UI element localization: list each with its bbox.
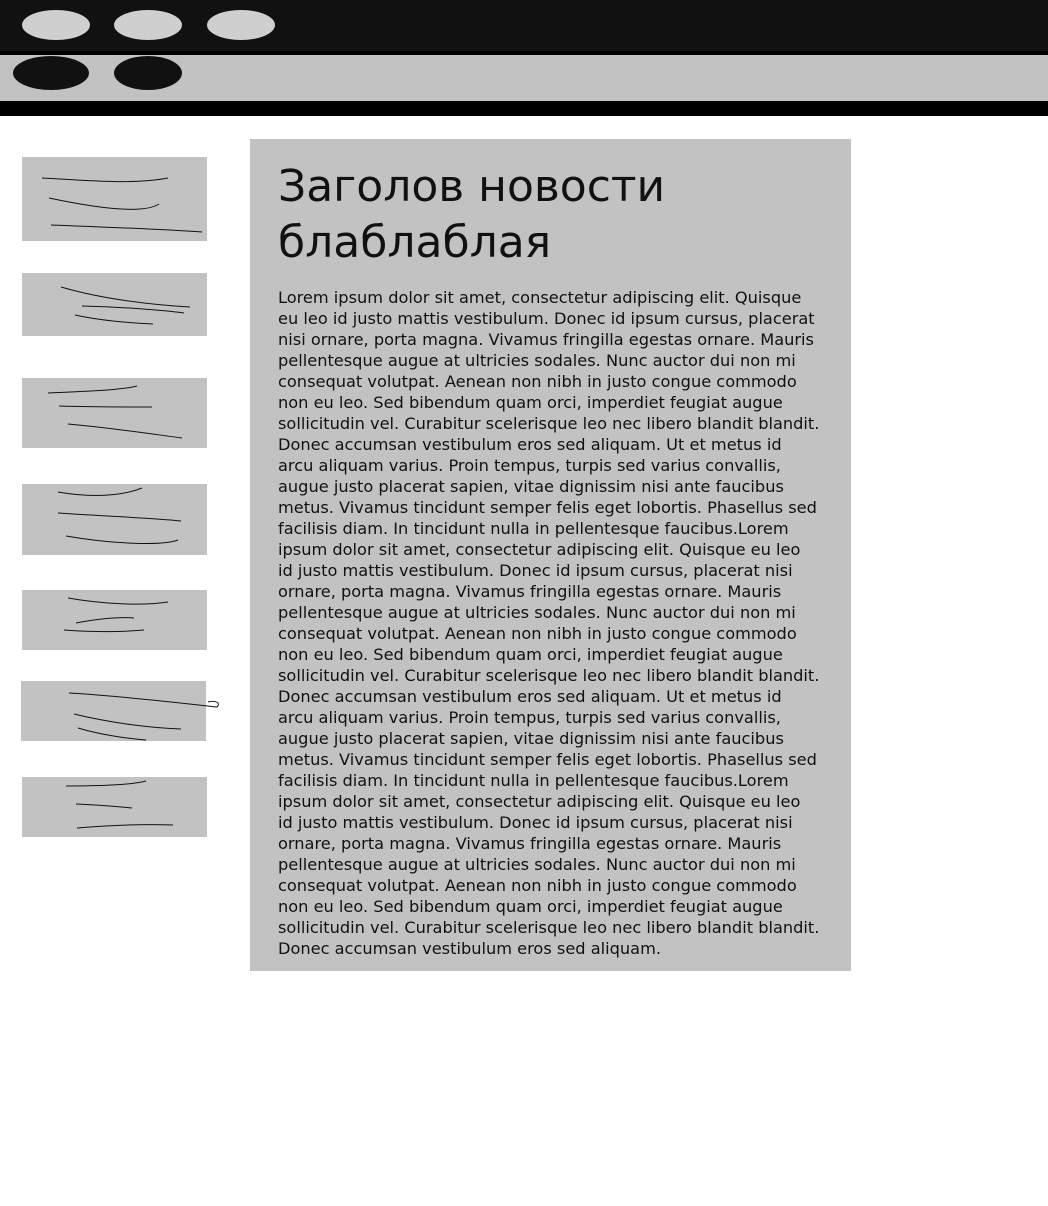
sidebar-thumbnail[interactable] <box>22 273 207 336</box>
sidebar-thumbnail[interactable] <box>21 681 219 741</box>
scribble-placeholder-icon <box>57 487 182 544</box>
scribble-placeholder-icon <box>41 177 203 233</box>
top-nav-button-1[interactable] <box>22 10 90 40</box>
top-nav-button-2[interactable] <box>114 10 182 40</box>
scribble-placeholder-icon <box>60 286 191 325</box>
sidebar-thumbnail[interactable] <box>22 777 207 837</box>
sidebar-thumbnail[interactable] <box>22 590 207 650</box>
sub-nav-button-1[interactable] <box>13 56 89 90</box>
scribble-placeholder-icon <box>63 597 169 632</box>
article-title: Заголов новости блаблаблая <box>278 161 666 268</box>
scribble-placeholder-icon <box>68 692 219 741</box>
top-nav-button-3[interactable] <box>207 10 275 40</box>
sub-nav-divider <box>0 101 1048 116</box>
sidebar-thumbnail[interactable] <box>22 484 207 555</box>
sub-nav-button-2[interactable] <box>114 56 182 90</box>
sidebar-thumbnail[interactable] <box>22 378 207 448</box>
sidebar-thumbnail[interactable] <box>22 157 207 241</box>
scribble-placeholder-icon <box>65 780 174 829</box>
news-article: Заголов новости блаблаблая Lorem ipsum d… <box>250 139 851 971</box>
article-body: Lorem ipsum dolor sit amet, consectetur … <box>278 288 820 958</box>
scribble-placeholder-icon <box>47 385 183 439</box>
